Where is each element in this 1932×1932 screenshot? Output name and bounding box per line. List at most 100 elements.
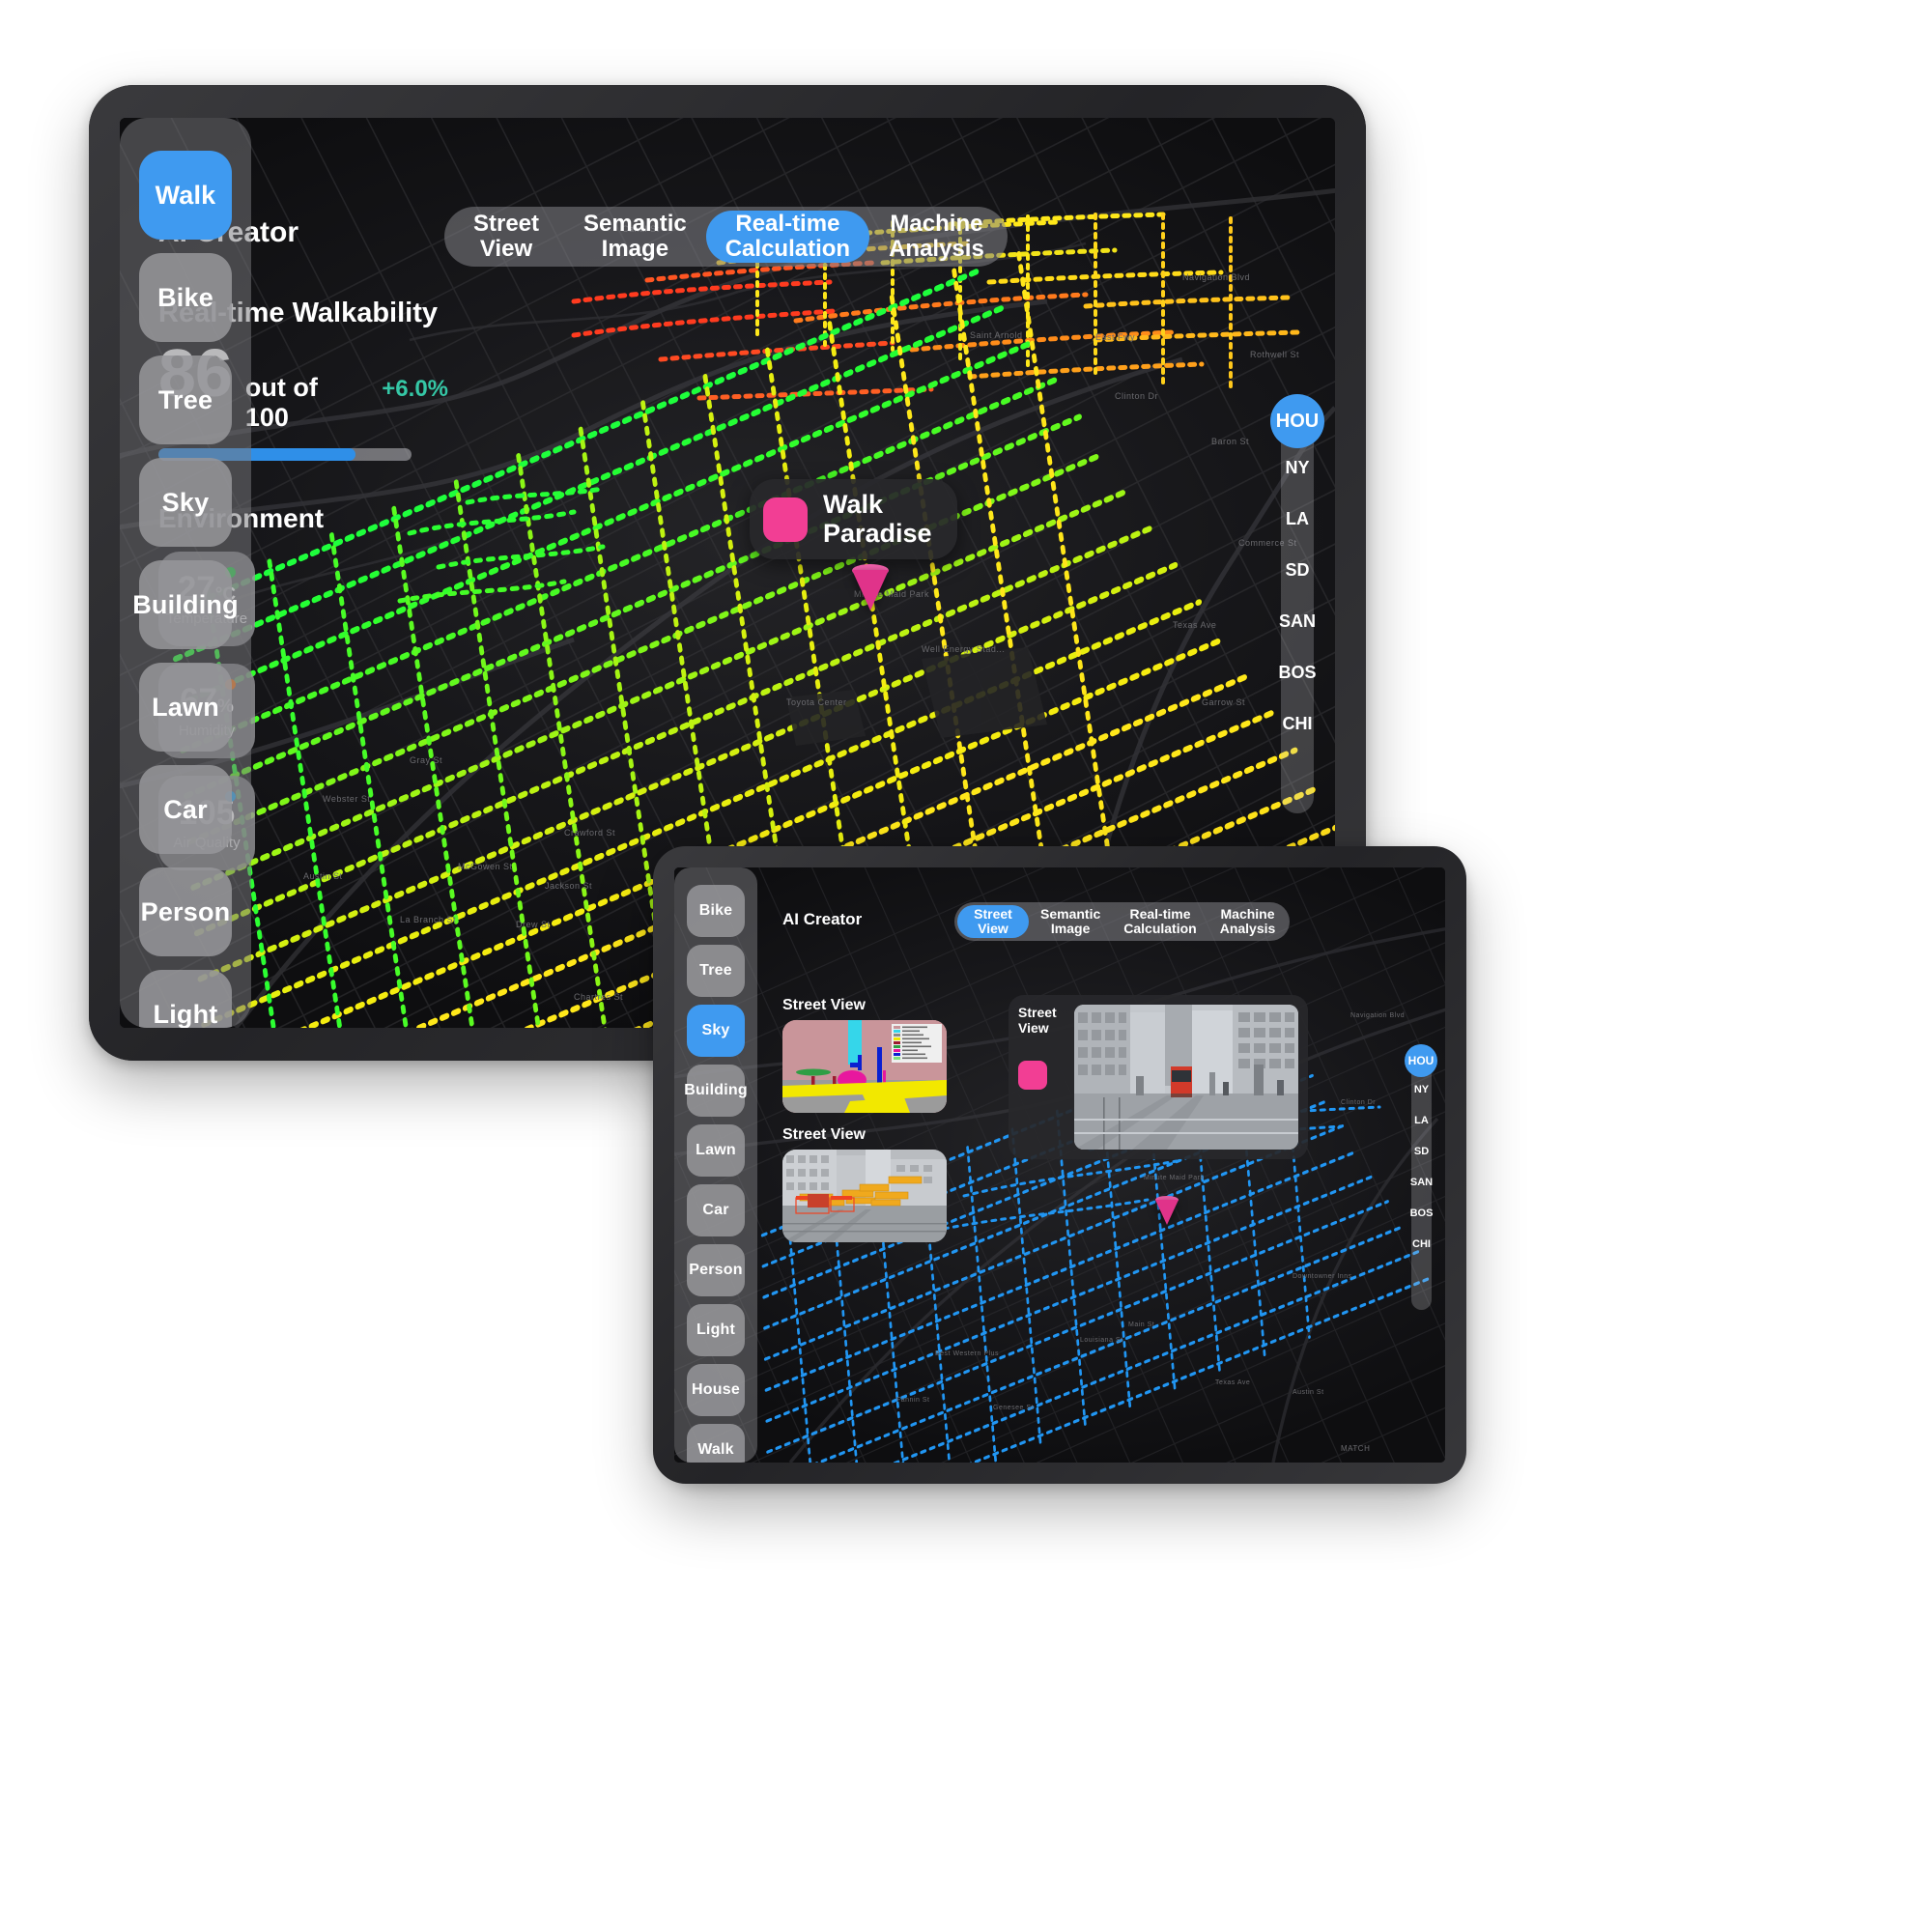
city-item[interactable]: SAN [1410,1177,1433,1188]
category-chip-sky[interactable]: Sky [139,458,232,547]
tab-label-line1: Real-time [735,211,840,238]
tab-label-line2: Calculation [724,236,851,262]
tab-label-line1: Semantic [583,211,687,238]
float-label-line2: View [1018,1020,1049,1037]
segmentation-preview-card[interactable] [782,1020,947,1113]
tab-label-line1: Machine [890,211,983,238]
tab-street-view[interactable]: Street View [448,211,564,263]
category-chip-lawn[interactable]: Lawn [687,1124,745,1177]
tab-label-line1: Machine [1220,905,1275,922]
map-label: McGowen St [458,862,513,871]
map-label: Louisiana St [1080,1337,1123,1344]
city-item[interactable]: SD [1285,560,1309,581]
map-label: Baron St [1211,437,1250,446]
map-label: East Fwy [1095,332,1136,342]
tablet-secondary-device: Minute Maid Park Sigma Brewing Company D… [653,846,1466,1484]
detection-image [782,1150,947,1242]
tab-semantic-image[interactable]: Semantic Image [1029,905,1112,938]
view-mode-tabs-main[interactable]: Street View Semantic Image Real-time Cal… [444,207,1008,267]
city-item[interactable]: LA [1414,1115,1429,1126]
city-selector-rail-secondary[interactable]: HOU NY LA SD SAN BOS CHI [1405,1044,1437,1310]
map-label: Clinton Dr [1341,1099,1377,1106]
street-view-floating-panel[interactable]: Street View [1009,995,1308,1159]
category-chip-walk[interactable]: Walk [139,151,232,240]
tab-label-line2: Image [601,236,669,262]
category-chip-building[interactable]: Building [132,560,239,649]
category-chip-building[interactable]: Building [684,1065,748,1117]
category-chip-person[interactable]: Person [139,867,232,956]
tab-label-line1: Street [472,211,540,238]
category-chip-person[interactable]: Person [687,1244,745,1296]
category-chip-lawn[interactable]: Lawn [139,663,232,752]
tooltip-line-1: Walk [823,490,884,519]
city-item[interactable]: NY [1285,458,1309,478]
category-chip-car[interactable]: Car [687,1184,745,1236]
city-item[interactable]: CHI [1283,714,1313,734]
category-chip-car[interactable]: Car [139,765,232,854]
category-chip-walk[interactable]: Walk [687,1424,745,1463]
map-label: Chartres St [574,992,624,1002]
map-label: Austin St [303,871,343,881]
city-selected-chip[interactable]: HOU [1270,394,1324,448]
tab-label-line2: Calculation [1123,921,1197,936]
city-item[interactable]: CHI [1412,1238,1431,1250]
map-label: Rothwell St [1250,350,1300,359]
tab-semantic-image[interactable]: Semantic Image [564,211,706,263]
category-chip-tree[interactable]: Tree [687,945,745,997]
map-label: Genesee St [993,1405,1034,1411]
city-item[interactable]: BOS [1410,1208,1434,1219]
map-label: Main St [1128,1321,1155,1328]
category-chip-bike[interactable]: Bike [687,885,745,937]
city-selector-rail-main[interactable]: HOU NY LA SD SAN BOS CHI [1270,394,1324,813]
segmentation-image [782,1020,947,1113]
tab-street-view[interactable]: Street View [957,905,1029,938]
map-label: Clinton Dr [1115,391,1159,401]
tab-real-time-calculation[interactable]: Real-time Calculation [705,211,870,263]
tab-label-line2: View [978,921,1009,936]
map-label: Downtowner Inns [1293,1273,1352,1280]
map-pin-cone[interactable] [852,570,889,611]
street-view-photo-image [1074,1005,1298,1150]
tab-label-line2: Analysis [889,236,984,262]
map-canvas-secondary[interactable]: Minute Maid Park Sigma Brewing Company D… [674,867,1445,1463]
street-view-photo[interactable] [1074,1005,1298,1150]
city-item[interactable]: LA [1286,509,1309,529]
category-rail-secondary[interactable]: Bike Tree Sky Building Lawn Car Person L… [674,867,757,1463]
detection-preview-card[interactable] [782,1150,947,1242]
map-label: Well Energy Stad... [922,644,1006,654]
map-label: Toyota Center [786,697,847,707]
float-label-line1: Street [1018,1005,1057,1020]
category-chip-light[interactable]: Light [139,970,232,1028]
city-selected-chip[interactable]: HOU [1405,1044,1437,1077]
category-rail-main[interactable]: Walk Bike Tree Sky Building Lawn Car Per… [120,118,251,1028]
tab-machine-analysis[interactable]: Machine Analysis [869,211,1004,263]
walkability-out-of: out of 100 [244,373,318,432]
map-footer: MATCH [1341,1444,1371,1453]
map-label: Navigation Blvd [1350,1012,1406,1019]
map-label: Best Western Plus [935,1350,999,1357]
tooltip-text: Walk Paradise [823,490,932,548]
map-pin-cone[interactable] [1155,1200,1179,1225]
city-item[interactable]: BOS [1279,663,1317,683]
map-label: Jackson St [545,881,593,891]
category-chip-bike[interactable]: Bike [139,253,232,342]
screenshot-root: Minute Maid Park Toyota Center Well Ener… [0,0,1932,1932]
category-chip-light[interactable]: Light [687,1304,745,1356]
city-item[interactable]: SAN [1279,611,1316,632]
tab-real-time-calculation[interactable]: Real-time Calculation [1112,905,1208,938]
tab-label-line2: View [479,236,533,262]
street-view-float-label: Street View [1018,1005,1065,1036]
map-marker-tooltip[interactable]: Walk Paradise [750,479,957,560]
category-chip-sky[interactable]: Sky [687,1005,745,1057]
city-item[interactable]: NY [1414,1084,1429,1095]
category-chip-house[interactable]: House [687,1364,745,1416]
tab-label-line2: Image [1050,921,1091,936]
category-chip-tree[interactable]: Tree [139,355,232,444]
city-item[interactable]: SD [1414,1146,1429,1157]
view-mode-tabs-secondary[interactable]: Street View Semantic Image Real-time Cal… [954,902,1291,941]
map-label: Crawford St [564,828,616,838]
app-title-secondary: AI Creator [782,910,863,928]
tab-label-line1: Real-time [1129,905,1191,922]
tab-machine-analysis[interactable]: Machine Analysis [1208,905,1288,938]
map-label: Fannin St [896,1397,930,1404]
